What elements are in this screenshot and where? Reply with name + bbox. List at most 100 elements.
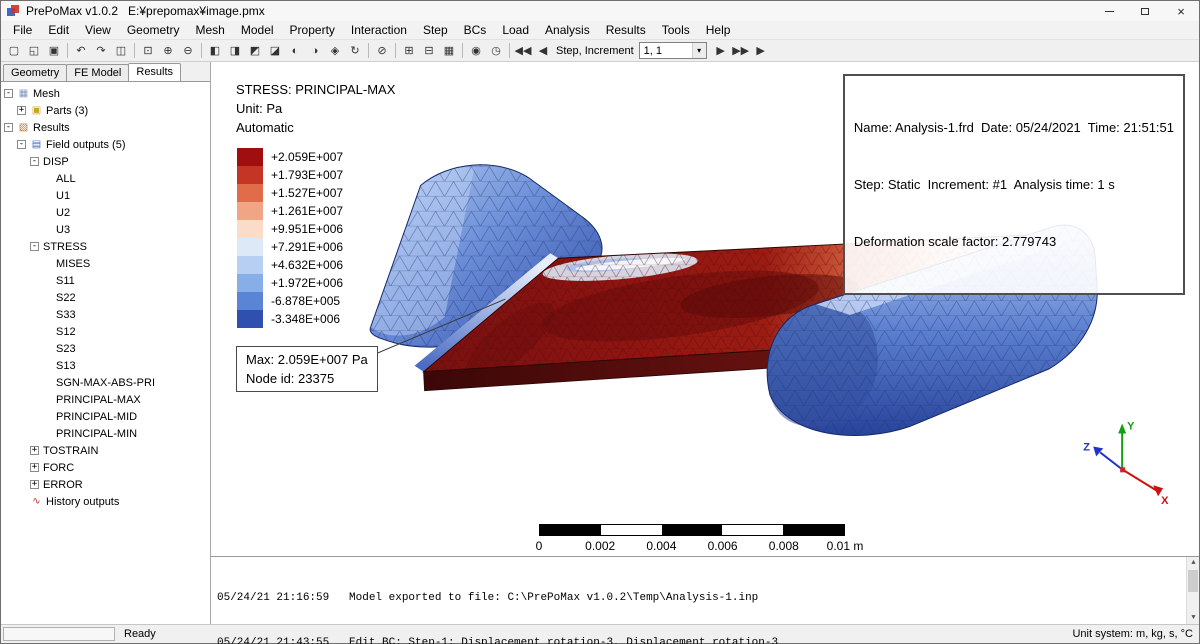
tree-item-label: S13 (56, 359, 76, 372)
tree-item-error[interactable]: + ERROR (1, 476, 210, 493)
zoom-fit-button[interactable]: ⊡ (138, 42, 158, 60)
new-button[interactable]: ▢ (4, 42, 24, 60)
tree-item-results[interactable]: - ▧ Results (1, 119, 210, 136)
legend-band: -3.348E+006 (237, 310, 343, 328)
scroll-up-icon[interactable]: ▲ (1187, 557, 1200, 569)
tree-item-mesh[interactable]: - ▦ Mesh (1, 85, 210, 102)
tree-item-stress-s11[interactable]: S11 (1, 272, 210, 289)
redo-button[interactable]: ↷ (91, 42, 111, 60)
menu-step[interactable]: Step (415, 21, 456, 39)
play-animation-button[interactable]: ▶ (751, 42, 771, 60)
menu-results[interactable]: Results (598, 21, 654, 39)
viewport-3d[interactable]: Y X Z STRESS: PRINCIPAL-MAX Unit: Pa Aut… (211, 62, 1199, 556)
tree-item-disp-u1[interactable]: U1 (1, 187, 210, 204)
view-right-button[interactable]: ◑ (305, 42, 325, 60)
menu-analysis[interactable]: Analysis (537, 21, 598, 39)
query-button[interactable]: ◉ (466, 42, 486, 60)
restore-button[interactable] (1127, 1, 1163, 21)
rotate-view-button[interactable]: ↻ (345, 42, 365, 60)
legend-band: +4.632E+006 (237, 256, 343, 274)
tree-item-stress[interactable]: - STRESS (1, 238, 210, 255)
save-button[interactable]: ▣ (44, 42, 64, 60)
tree-item-stress-s23[interactable]: S23 (1, 340, 210, 357)
tree-item-stress-mises[interactable]: MISES (1, 255, 210, 272)
tree-toggle-icon[interactable]: - (30, 157, 39, 166)
increment-combo[interactable]: 1, 1 ▾ (638, 42, 707, 59)
tree-item-history-outputs[interactable]: ∿ History outputs (1, 493, 210, 510)
view-left-button[interactable]: ◐ (285, 42, 305, 60)
menu-tools[interactable]: Tools (654, 21, 698, 39)
section-view-button[interactable]: ⊘ (372, 42, 392, 60)
menu-geometry[interactable]: Geometry (119, 21, 188, 39)
close-button[interactable]: × (1163, 1, 1199, 21)
tree-item-principal-mid[interactable]: PRINCIPAL-MID (1, 408, 210, 425)
menubar: File Edit View Geometry Mesh Model Prope… (1, 21, 1199, 40)
menu-view[interactable]: View (77, 21, 119, 39)
tree-toggle-icon[interactable]: + (30, 446, 39, 455)
tree-item-parts[interactable]: + ▣ Parts (3) (1, 102, 210, 119)
app-window: PrePoMax v1.0.2 E:¥prepomax¥image.pmx × … (0, 0, 1200, 644)
tree-item-field-outputs[interactable]: - ▤ Field outputs (5) (1, 136, 210, 153)
tree-item-disp-u2[interactable]: U2 (1, 204, 210, 221)
view-front-button[interactable]: ◧ (205, 42, 225, 60)
last-increment-button[interactable]: ▶▶ (731, 42, 751, 60)
tab-fe-model[interactable]: FE Model (66, 64, 130, 81)
tree-item-principal-max[interactable]: PRINCIPAL-MAX (1, 391, 210, 408)
menu-file[interactable]: File (5, 21, 40, 39)
view-top-button[interactable]: ◩ (245, 42, 265, 60)
tree-item-tostrain[interactable]: + TOSTRAIN (1, 442, 210, 459)
menu-interaction[interactable]: Interaction (343, 21, 415, 39)
scroll-down-icon[interactable]: ▼ (1187, 612, 1200, 624)
tree-item-sgn-max-abs-pri[interactable]: SGN-MAX-ABS-PRI (1, 374, 210, 391)
tree-toggle-icon[interactable]: - (4, 123, 13, 132)
zoom-in-button[interactable]: ⊕ (158, 42, 178, 60)
log-scrollbar[interactable]: ▲ ▼ (1186, 557, 1199, 624)
menu-mesh[interactable]: Mesh (188, 21, 233, 39)
tree-item-disp-u3[interactable]: U3 (1, 221, 210, 238)
tree-toggle-icon[interactable]: + (30, 463, 39, 472)
previous-increment-button[interactable]: ◀ (533, 42, 553, 60)
animate-button[interactable]: ◷ (486, 42, 506, 60)
tree-toggle-icon[interactable]: + (30, 480, 39, 489)
view-isometric-button[interactable]: ◈ (325, 42, 345, 60)
tree-item-forc[interactable]: + FORC (1, 459, 210, 476)
tree-item-disp-all[interactable]: ALL (1, 170, 210, 187)
menu-property[interactable]: Property (282, 21, 343, 39)
tree-toggle-icon[interactable]: + (17, 106, 26, 115)
scrollbar-thumb[interactable] (1188, 570, 1198, 592)
chevron-down-icon[interactable]: ▾ (691, 43, 706, 58)
snapshot-button[interactable]: ◫ (111, 42, 131, 60)
menu-help[interactable]: Help (698, 21, 739, 39)
next-increment-button[interactable]: ▶ (711, 42, 731, 60)
tree-toggle-icon[interactable]: - (4, 89, 13, 98)
minimize-button[interactable] (1091, 1, 1127, 21)
titlebar[interactable]: PrePoMax v1.0.2 E:¥prepomax¥image.pmx × (1, 1, 1199, 21)
wireframe-button[interactable]: ⊞ (399, 42, 419, 60)
tree-item-disp[interactable]: - DISP (1, 153, 210, 170)
legend-band: +7.291E+006 (237, 238, 343, 256)
tree-item-stress-s22[interactable]: S22 (1, 289, 210, 306)
menu-load[interactable]: Load (494, 21, 537, 39)
tree-toggle-icon[interactable]: - (30, 242, 39, 251)
open-button[interactable]: ◱ (24, 42, 44, 60)
legend-value: +4.632E+006 (271, 258, 344, 272)
tree-item-stress-s12[interactable]: S12 (1, 323, 210, 340)
tree-item-principal-min[interactable]: PRINCIPAL-MIN (1, 425, 210, 442)
minimize-icon (1104, 10, 1114, 12)
view-back-button[interactable]: ◨ (225, 42, 245, 60)
toolbar-separator (134, 43, 135, 58)
tab-geometry[interactable]: Geometry (3, 64, 68, 81)
first-increment-button[interactable]: ◀◀ (513, 42, 533, 60)
tree-toggle-icon[interactable]: - (17, 140, 26, 149)
menu-edit[interactable]: Edit (40, 21, 77, 39)
view-bottom-button[interactable]: ◪ (265, 42, 285, 60)
show-edges-button[interactable]: ⊟ (419, 42, 439, 60)
tree-item-stress-s13[interactable]: S13 (1, 357, 210, 374)
menu-model[interactable]: Model (233, 21, 282, 39)
show-surface-button[interactable]: ▦ (439, 42, 459, 60)
menu-bcs[interactable]: BCs (456, 21, 495, 39)
tree-item-stress-s33[interactable]: S33 (1, 306, 210, 323)
undo-button[interactable]: ↶ (71, 42, 91, 60)
zoom-out-button[interactable]: ⊖ (178, 42, 198, 60)
tab-results[interactable]: Results (128, 63, 182, 81)
